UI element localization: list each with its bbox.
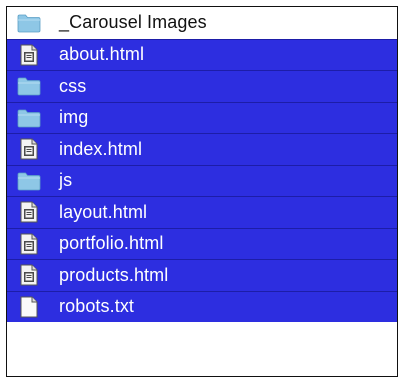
file-name: _Carousel Images (59, 12, 207, 33)
html-file-icon (16, 199, 42, 225)
file-list-panel[interactable]: _Carousel Images about.html css img inde… (6, 6, 398, 377)
file-name: about.html (59, 44, 145, 65)
file-row-portfolio-html[interactable]: portfolio.html (7, 227, 397, 259)
file-name: css (59, 75, 87, 96)
file-name: img (59, 107, 89, 128)
file-name: portfolio.html (59, 233, 164, 254)
html-file-icon (16, 42, 42, 68)
file-row-img[interactable]: img (7, 101, 397, 133)
file-name: js (59, 170, 73, 191)
html-file-icon (16, 262, 42, 288)
folder-icon (16, 73, 42, 99)
folder-icon (16, 10, 42, 36)
file-row-products-html[interactable]: products.html (7, 259, 397, 291)
html-file-icon (16, 136, 42, 162)
text-file-icon (16, 294, 42, 320)
file-list: _Carousel Images about.html css img inde… (7, 7, 397, 322)
file-name: index.html (59, 138, 143, 159)
file-row-js[interactable]: js (7, 164, 397, 196)
folder-icon (16, 168, 42, 194)
html-file-icon (16, 231, 42, 257)
file-row-about-html[interactable]: about.html (7, 38, 397, 70)
folder-icon (16, 105, 42, 131)
file-name: layout.html (59, 201, 148, 222)
file-row-index-html[interactable]: index.html (7, 133, 397, 165)
file-row-carousel-images[interactable]: _Carousel Images (7, 7, 397, 39)
file-name: products.html (59, 264, 169, 285)
file-row-css[interactable]: css (7, 70, 397, 102)
file-name: robots.txt (59, 296, 135, 317)
file-row-layout-html[interactable]: layout.html (7, 196, 397, 228)
file-row-robots-txt[interactable]: robots.txt (7, 290, 397, 322)
